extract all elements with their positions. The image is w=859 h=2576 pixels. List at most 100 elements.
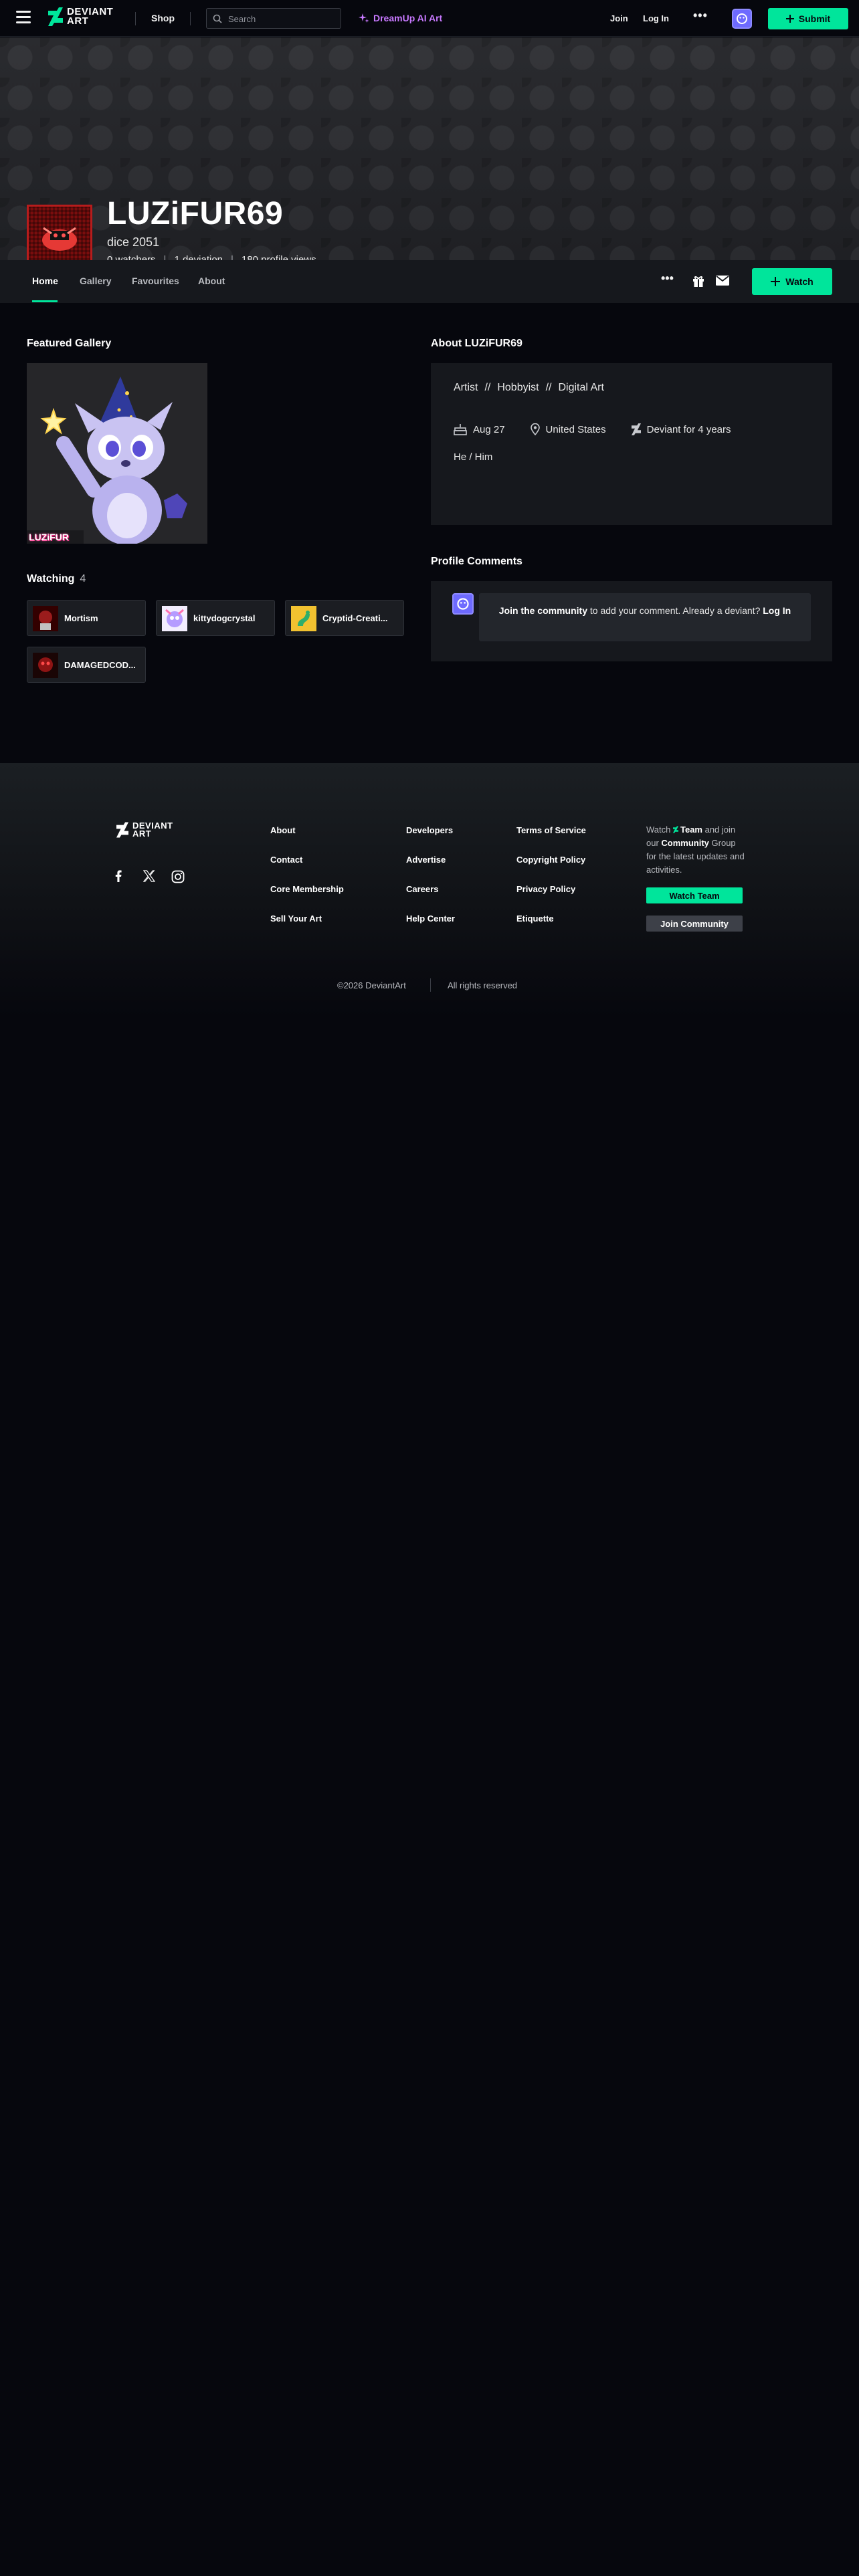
footer-link-about[interactable]: About (270, 825, 296, 835)
member-duration-value: Deviant for 4 years (646, 423, 731, 435)
role-artist: Artist (454, 382, 478, 393)
footer-link-contact[interactable]: Contact (270, 855, 302, 865)
plus-icon (785, 15, 794, 23)
shop-link[interactable]: Shop (151, 13, 175, 23)
join-community-button[interactable]: Join Community (646, 916, 743, 932)
logo-text-line2: ART (67, 15, 89, 27)
pronouns: He / Him (454, 451, 493, 463)
user-avatar[interactable] (732, 9, 752, 29)
watching-title[interactable]: Watching 4 (27, 573, 86, 585)
watched-user-name: DAMAGEDCOD... (64, 660, 136, 670)
watched-user-avatar (291, 606, 316, 631)
rights-text: All rights reserved (448, 980, 518, 990)
search-input[interactable] (228, 13, 335, 25)
location-pin-icon (530, 423, 540, 435)
dreamup-link[interactable]: DreamUp AI Art (359, 13, 442, 23)
deviantart-logo-icon (672, 826, 678, 833)
watched-user-avatar (33, 606, 58, 631)
profile-tabs: Home Gallery Favourites About ••• Watch (0, 260, 859, 303)
avatar-image (33, 606, 58, 631)
location-value: United States (545, 423, 606, 435)
nav-divider (190, 12, 191, 25)
artwork-signature: LUZiFUR (29, 532, 69, 542)
comment-prompt: Join the community to add your comment. … (479, 593, 811, 641)
footer-link-sell-your-art[interactable]: Sell Your Art (270, 914, 322, 924)
about-facts: Aug 27 United States Deviant for 4 years (454, 423, 757, 435)
about-title[interactable]: About LUZiFUR69 (431, 338, 522, 350)
comment-login-link[interactable]: Log In (763, 605, 791, 616)
join-community-link[interactable]: Join the community (499, 605, 587, 616)
deviantart-logo-icon (631, 423, 641, 435)
top-navigation: DEVIANT ART Shop DreamUp AI Art Join Log… (0, 0, 859, 37)
deviantart-logo-icon (48, 7, 63, 26)
footer-link-core-membership[interactable]: Core Membership (270, 884, 344, 894)
mail-icon[interactable] (716, 276, 729, 286)
tab-gallery[interactable]: Gallery (80, 276, 111, 286)
profile-avatar-image (42, 227, 77, 251)
submit-button[interactable]: Submit (768, 8, 848, 29)
login-link[interactable]: Log In (643, 13, 669, 23)
birthday-fact: Aug 27 (454, 423, 505, 435)
instagram-icon[interactable] (171, 870, 185, 883)
footer-link-advertise[interactable]: Advertise (406, 855, 446, 865)
avatar-image (291, 606, 316, 631)
footer-logo[interactable]: DEVIANT ART (116, 821, 173, 839)
x-twitter-icon[interactable] (143, 870, 155, 882)
watching-user-card[interactable]: kittydogcrystal (156, 600, 275, 636)
menu-icon[interactable] (16, 11, 31, 24)
watched-user-avatar (162, 606, 187, 631)
role-digital-art: Digital Art (558, 382, 604, 393)
footer-link-help-center[interactable]: Help Center (406, 914, 455, 924)
footer-link-careers[interactable]: Careers (406, 884, 438, 894)
profile-banner: LUZiFUR69 dice 2051 0 watchers | 1 devia… (0, 37, 859, 270)
profile-more-icon[interactable]: ••• (661, 272, 674, 286)
more-menu-icon[interactable]: ••• (693, 9, 708, 23)
footer-link-terms[interactable]: Terms of Service (516, 825, 586, 835)
footer-link-etiquette[interactable]: Etiquette (516, 914, 554, 924)
plus-icon (771, 277, 781, 286)
comments-panel: Join the community to add your comment. … (431, 581, 832, 661)
footer-divider (430, 978, 431, 992)
footer-link-copyright-policy[interactable]: Copyright Policy (516, 855, 585, 865)
location-fact: United States (530, 423, 606, 435)
avatar-image (33, 653, 58, 678)
default-avatar-icon (737, 13, 747, 24)
profile-username: LUZiFUR69 (107, 196, 284, 231)
about-roles: Artist // Hobbyist // Digital Art (454, 382, 604, 393)
tab-favourites[interactable]: Favourites (132, 276, 179, 286)
sparkle-icon (359, 13, 369, 23)
tab-home[interactable]: Home (32, 276, 58, 286)
member-since-fact: Deviant for 4 years (631, 423, 731, 435)
role-hobbyist: Hobbyist (497, 382, 539, 393)
profile-tagline: dice 2051 (107, 235, 160, 249)
footer-watch-team-text: Watch Team and join our Community Group … (646, 825, 745, 875)
featured-gallery-title[interactable]: Featured Gallery (27, 338, 111, 350)
featured-deviation-thumbnail[interactable]: LUZiFUR (27, 363, 207, 544)
deviantart-logo[interactable]: DEVIANT ART (48, 7, 113, 26)
watch-team-button[interactable]: Watch Team (646, 887, 743, 903)
watch-button[interactable]: Watch (752, 268, 832, 295)
site-footer: DEVIANT ART About Contact Core Membershi… (0, 763, 859, 1017)
watching-user-card[interactable]: Mortism (27, 600, 146, 636)
facebook-icon[interactable] (115, 870, 122, 882)
watch-label: Watch (785, 276, 814, 287)
watched-user-name: Cryptid-Creati... (322, 613, 388, 623)
watched-user-name: kittydogcrystal (193, 613, 256, 623)
footer-link-developers[interactable]: Developers (406, 825, 453, 835)
search-box[interactable] (206, 8, 341, 29)
profile-comments-title: Profile Comments (431, 556, 522, 567)
watching-count: 4 (80, 573, 86, 584)
watched-user-avatar (33, 653, 58, 678)
gift-icon[interactable] (692, 274, 705, 288)
join-link[interactable]: Join (610, 13, 628, 23)
cake-icon (454, 424, 467, 435)
tab-about[interactable]: About (198, 276, 225, 286)
nav-divider (135, 12, 136, 25)
watching-user-card[interactable]: Cryptid-Creati... (285, 600, 404, 636)
birthday-value: Aug 27 (473, 423, 505, 435)
commenter-avatar (452, 593, 474, 615)
footer-logo-line2: ART (132, 829, 152, 839)
footer-link-privacy-policy[interactable]: Privacy Policy (516, 884, 575, 894)
about-panel: Artist // Hobbyist // Digital Art Aug 27… (431, 363, 832, 525)
watching-user-card[interactable]: DAMAGEDCOD... (27, 647, 146, 683)
